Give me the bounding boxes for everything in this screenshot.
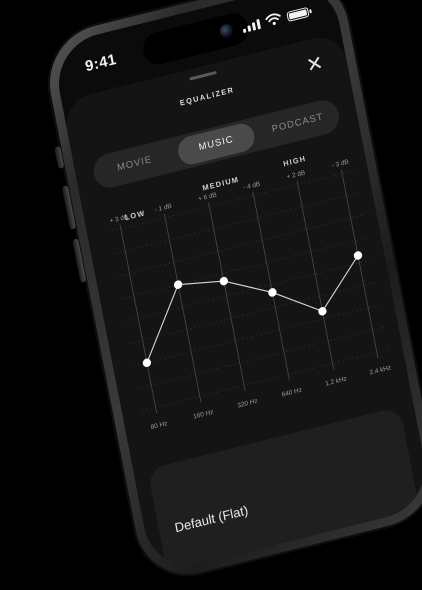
grid-line-h [133, 303, 382, 367]
camera-icon [218, 22, 234, 39]
stage: 9:41 EQUALIZER ✕ MOVIE MUSIC PODCAST LOW… [0, 0, 422, 589]
eq-point-2[interactable] [219, 276, 229, 286]
grid-line-h [115, 214, 365, 278]
db-label: - 4 dB [243, 181, 261, 192]
band-track [340, 169, 379, 359]
freq-label: 640 Hz [281, 387, 302, 399]
freq-label: 2.4 kHz [369, 364, 392, 376]
tab-movie[interactable]: MOVIE [94, 141, 175, 187]
grid-line-h [120, 236, 369, 300]
db-label: + 6 dB [198, 191, 218, 202]
sheet-grabber[interactable] [189, 70, 217, 81]
signal-icon [242, 18, 262, 34]
wifi-icon [265, 12, 283, 28]
eq-curve [146, 255, 359, 363]
eq-point-3[interactable] [268, 287, 278, 297]
eq-point-5[interactable] [353, 250, 363, 260]
grid-line-h [141, 348, 391, 412]
tab-podcast[interactable]: PODCAST [257, 100, 338, 146]
eq-point-1[interactable] [173, 280, 183, 290]
tab-music[interactable]: MUSIC [175, 120, 257, 168]
battery-icon [286, 6, 310, 22]
band-track [252, 191, 290, 381]
status-icons [241, 5, 310, 34]
band-track [163, 213, 202, 403]
eq-point-4[interactable] [318, 306, 328, 316]
db-label: - 1 dB [154, 203, 172, 214]
grid-line-h [128, 281, 378, 345]
screen: 9:41 EQUALIZER ✕ MOVIE MUSIC PODCAST LOW… [50, 0, 422, 575]
band-track [208, 202, 246, 392]
band-track [296, 180, 335, 370]
close-icon[interactable]: ✕ [303, 52, 326, 78]
freq-label: 160 Hz [193, 409, 214, 421]
phone: 9:41 EQUALIZER ✕ MOVIE MUSIC PODCAST LOW… [38, 0, 422, 589]
band-track [119, 224, 158, 414]
status-time: 9:41 [83, 50, 119, 76]
db-label: - 3 dB [331, 159, 349, 170]
db-label: + 3 dB [109, 214, 129, 225]
freq-label: 80 Hz [150, 420, 168, 431]
freq-label: 320 Hz [237, 398, 258, 410]
freq-label: 1.2 kHz [325, 375, 348, 387]
preset-name: Default (Flat) [173, 502, 250, 536]
eq-point-0[interactable] [142, 358, 152, 368]
db-label: + 2 dB [286, 169, 306, 180]
grid-line-h [137, 326, 387, 389]
